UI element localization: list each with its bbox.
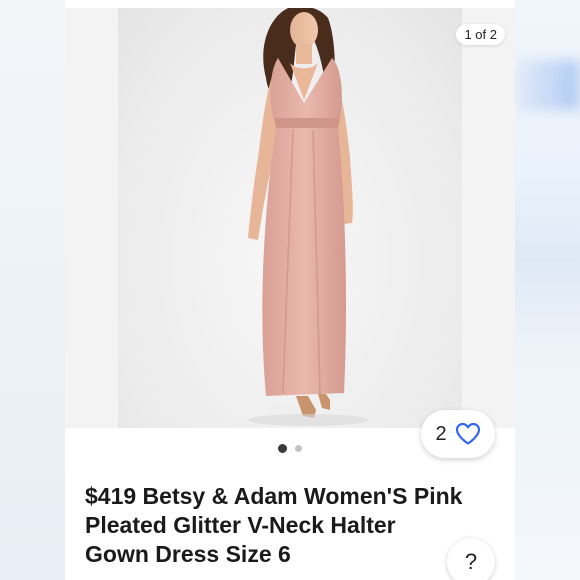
image-gallery[interactable]: 1 of 2	[65, 8, 515, 428]
listing-card: 1 of 2 2 $419 Betsy & Adam Women'S Pink …	[65, 0, 515, 580]
pagination-dot-2[interactable]	[295, 444, 302, 452]
heart-outline-icon	[455, 422, 480, 445]
dress-illustration	[248, 8, 368, 426]
backdrop-right	[515, 0, 580, 580]
image-counter: 1 of 2	[456, 24, 505, 45]
listing-title: $419 Betsy & Adam Women'S Pink Pleated G…	[85, 483, 463, 567]
backdrop-left	[0, 0, 65, 580]
help-button[interactable]: ?	[447, 538, 495, 580]
pagination-dot-1[interactable]	[278, 443, 287, 453]
watch-button[interactable]: 2	[421, 410, 495, 458]
product-photo[interactable]	[118, 8, 462, 428]
watch-count: 2	[435, 422, 447, 445]
